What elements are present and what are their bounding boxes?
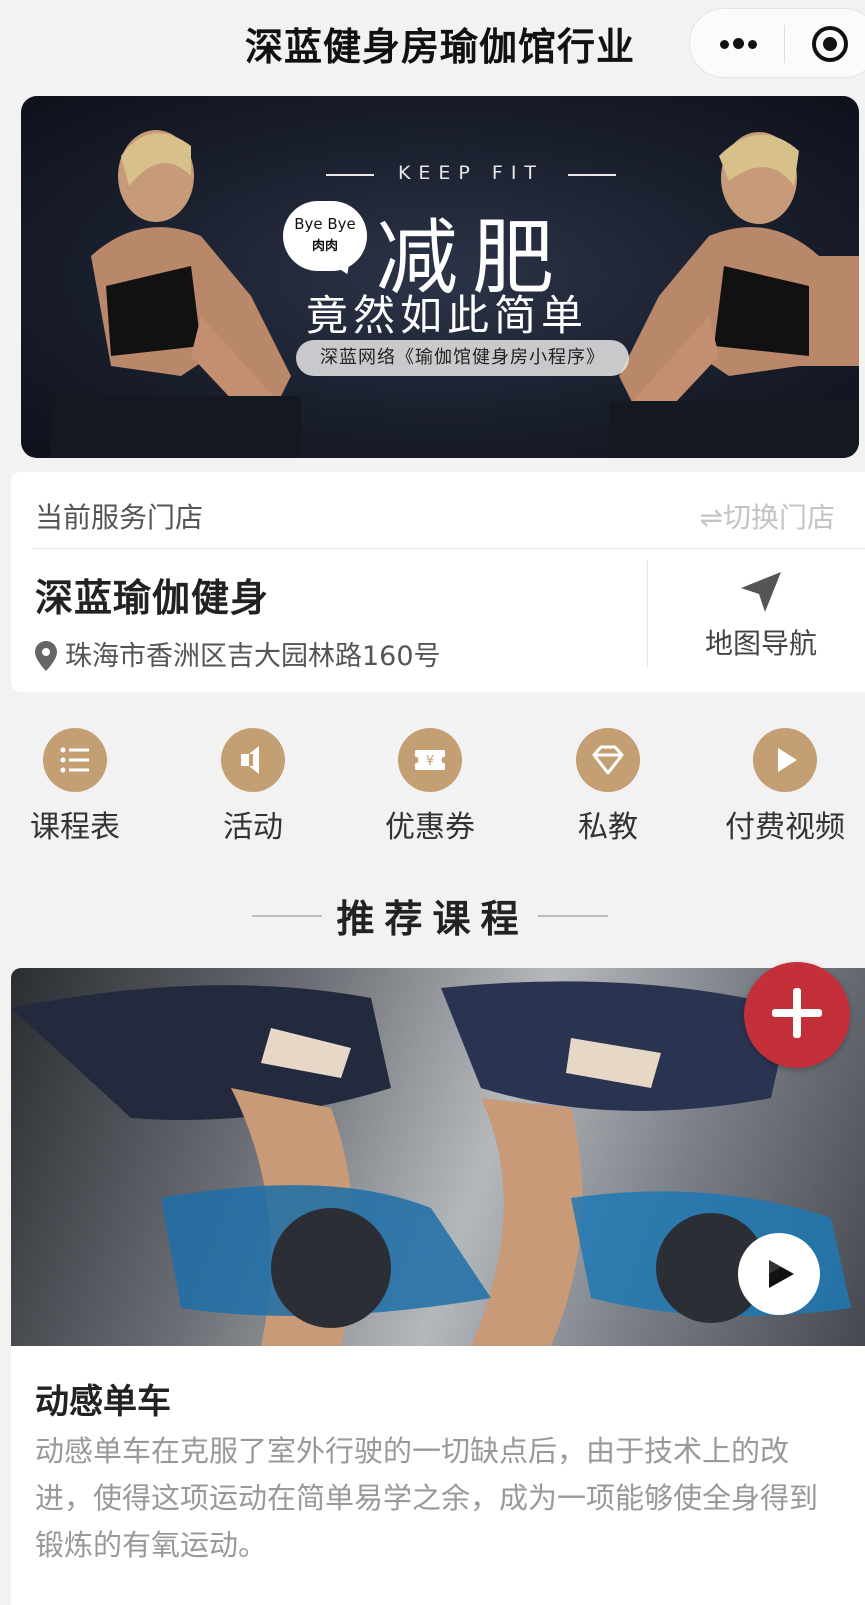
navigation-arrow-icon [741, 572, 781, 612]
menu-item-schedule[interactable]: 课程表 [0, 728, 155, 846]
mini-program-capsule [689, 8, 865, 78]
recommended-courses-heading: 推荐课程 [0, 888, 865, 943]
switch-store-button[interactable]: ⇌切换门店 [700, 496, 835, 536]
course-title: 动感单车 [35, 1382, 171, 1422]
top-nav-bar: 深蓝健身房瑜伽馆行业 [0, 0, 865, 84]
banner-subheadline: 竟然如此简单 [306, 291, 589, 340]
bubble-line1: Bye Bye [294, 215, 356, 233]
heading-line-left [252, 915, 322, 917]
course-description: 动感单车在克服了室外行驶的一切缺点后，由于技术上的改进，使得这项运动在简单易学之… [35, 1434, 819, 1562]
menu-item-coupon[interactable]: ¥ 优惠券 [350, 728, 510, 846]
store-vertical-divider [647, 560, 648, 668]
menu-item-paid-video[interactable]: 付费视频 [705, 728, 865, 846]
athlete-left-image [51, 130, 301, 458]
play-icon [753, 728, 817, 792]
play-icon [769, 1260, 794, 1288]
store-address-text: 珠海市香洲区吉大园林路160号 [65, 641, 441, 672]
map-navigation-label: 地图导航 [704, 627, 817, 660]
course-image [11, 968, 865, 1346]
store-name: 深蓝瑜伽健身 [35, 576, 270, 620]
diamond-icon [576, 728, 640, 792]
coupon-icon: ¥ [398, 728, 462, 792]
close-target-icon[interactable] [812, 26, 848, 62]
menu-item-private-coach[interactable]: 私教 [528, 728, 688, 846]
speaker-icon [221, 728, 285, 792]
menu-item-label: 课程表 [30, 810, 120, 845]
course-card[interactable]: 动感单车 动感单车在克服了室外行驶的一切缺点后，由于技术上的改进，使得这项运动在… [11, 968, 865, 1605]
store-address: 珠海市香洲区吉大园林路160号 [35, 634, 441, 673]
heading-line-right [538, 915, 608, 917]
menu-item-label: 私教 [578, 810, 638, 845]
page: 深蓝健身房瑜伽馆行业 KEEP FIT Bye Bye 肉肉 减肥 竟然如此简单… [0, 0, 865, 1605]
bubble-line2: 肉肉 [311, 239, 338, 254]
list-icon [43, 728, 107, 792]
banner-tagline: KEEP FIT [326, 162, 616, 184]
more-icon[interactable] [718, 27, 768, 57]
store-card: 当前服务门店 ⇌切换门店 深蓝瑜伽健身 珠海市香洲区吉大园林路160号 地图导航 [11, 472, 865, 692]
map-navigation-button[interactable]: 地图导航 [671, 570, 851, 662]
store-divider [33, 548, 865, 549]
menu-item-activity[interactable]: 活动 [173, 728, 333, 846]
menu-item-label: 优惠券 [385, 810, 475, 845]
course-video-play-button[interactable] [738, 1233, 820, 1315]
current-store-label: 当前服务门店 [35, 501, 204, 534]
section-title: 推荐课程 [336, 897, 529, 941]
promo-banner[interactable]: KEEP FIT Bye Bye 肉肉 减肥 竟然如此简单 深蓝网络《瑜伽馆健身… [21, 96, 859, 458]
athlete-right-image [609, 132, 859, 458]
svg-text:¥: ¥ [426, 754, 434, 769]
capsule-divider [784, 25, 785, 63]
banner-speech-bubble: Bye Bye 肉肉 [283, 201, 367, 271]
location-pin-icon [35, 641, 57, 671]
add-floating-button[interactable] [744, 962, 850, 1068]
banner-pill-label: 深蓝网络《瑜伽馆健身房小程序》 [296, 340, 629, 376]
spinning-bike-illustration [11, 981, 851, 1346]
menu-item-label: 活动 [223, 810, 283, 845]
menu-item-label: 付费视频 [725, 810, 845, 845]
feature-menu: 课程表 活动 ¥ 优惠券 私教 付费视频 [0, 728, 865, 848]
